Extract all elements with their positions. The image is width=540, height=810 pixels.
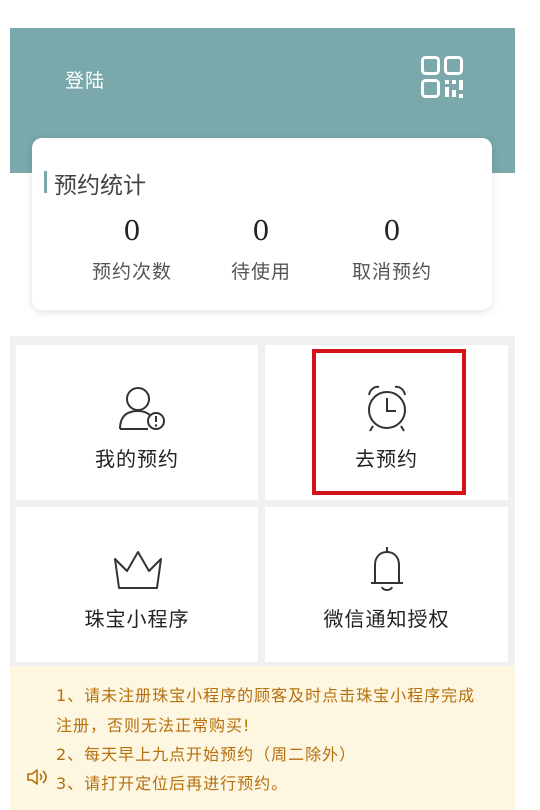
jewelry-miniprogram-tile[interactable]: 珠宝小程序 [16, 507, 258, 662]
stat-pending-use[interactable]: 0 待使用 [201, 216, 321, 284]
stat-label: 预约次数 [91, 261, 172, 283]
notice-line: 3、请打开定位后再进行预约。 [56, 774, 289, 793]
reservation-stats-card: 预约统计 0 预约次数 0 待使用 0 取消预约 [32, 138, 492, 310]
notice-line: 2、每天早上九点开始预约（周二除外） [56, 745, 357, 764]
highlight-box [312, 349, 466, 495]
bell-icon [371, 547, 403, 591]
stats-title: 预约统计 [44, 166, 146, 200]
qr-code-icon[interactable] [421, 56, 463, 98]
wechat-notification-tile[interactable]: 微信通知授权 [265, 507, 508, 662]
stat-value: 0 [123, 216, 141, 247]
notice-line: 1、请未注册珠宝小程序的顾客及时点击珠宝小程序完成 [56, 686, 476, 705]
login-link[interactable]: 登陆 [65, 66, 105, 93]
user-alert-icon [119, 387, 165, 430]
crown-icon [114, 551, 162, 589]
stat-value: 0 [252, 216, 270, 247]
stat-value: 0 [383, 216, 401, 247]
stat-cancelled[interactable]: 0 取消预约 [332, 216, 452, 284]
tile-label: 珠宝小程序 [84, 607, 190, 631]
stat-reservation-count[interactable]: 0 预约次数 [72, 216, 192, 284]
my-reservations-tile[interactable]: 我的预约 [16, 345, 258, 500]
stat-label: 待使用 [230, 261, 291, 283]
speaker-icon [27, 769, 47, 785]
stat-label: 取消预约 [351, 261, 432, 283]
tile-label: 我的预约 [95, 447, 179, 471]
notice-line: 注册，否则无法正常购买! [56, 716, 251, 735]
tile-label: 微信通知授权 [323, 607, 450, 631]
